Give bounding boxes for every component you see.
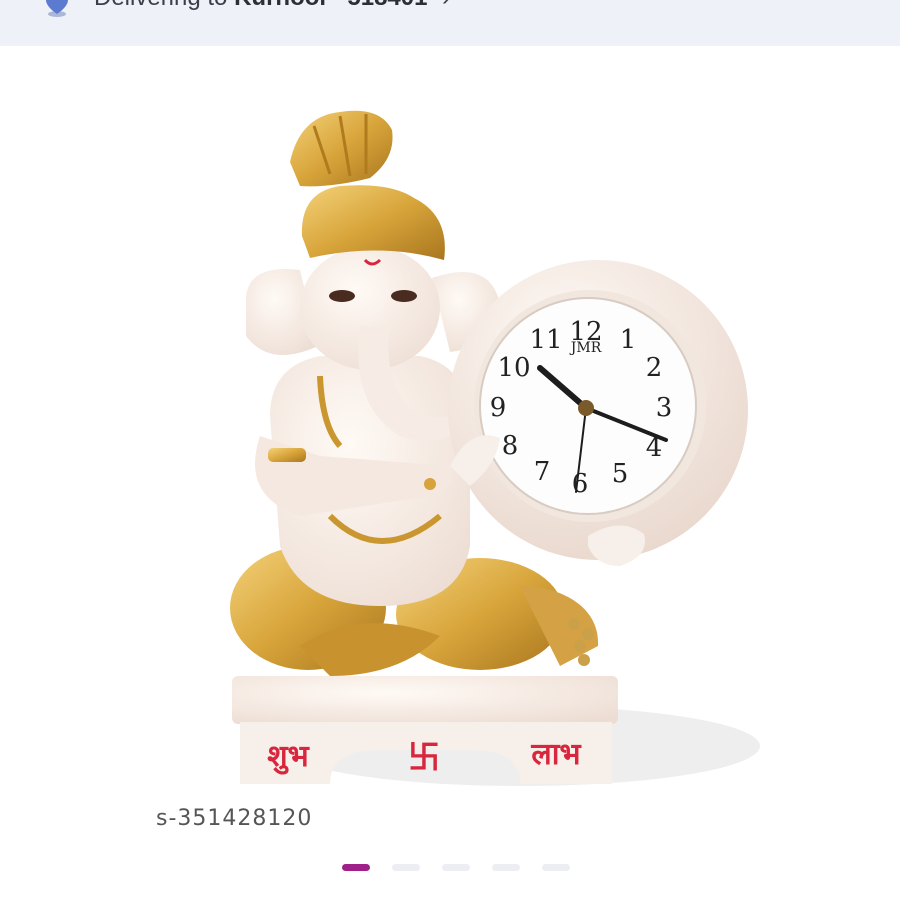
clock-number: 12: [569, 317, 602, 347]
chevron-right-icon: ›: [442, 0, 450, 12]
clock-number: 1: [620, 325, 637, 355]
delivery-bar[interactable]: Delivering to Kurnool - 518401 ›: [0, 0, 900, 46]
carousel-dot[interactable]: [442, 864, 470, 871]
swastika-symbol: 卐: [408, 738, 440, 776]
clock-number: 11: [529, 325, 562, 355]
clock-number: 9: [490, 393, 507, 423]
clock: JMR 12 1 2 3 4 5 6 7 8 9 10 11: [448, 260, 748, 566]
clock-number: 5: [612, 459, 629, 489]
product-image[interactable]: शुभ 卐 लाभ JMR 12 1 2 3 4 5 6 7 8 9 10 11: [0, 46, 900, 836]
carousel-dot[interactable]: [392, 864, 420, 871]
clock-number: 8: [502, 431, 519, 461]
carousel-indicator[interactable]: [342, 864, 570, 871]
delivery-location: Kurnool - 518401: [234, 0, 427, 11]
delivery-location-text[interactable]: Delivering to Kurnool - 518401 ›: [94, 0, 450, 12]
carousel-dot-active[interactable]: [342, 864, 370, 871]
sku-label: s-351428120: [156, 806, 313, 831]
carousel-dot[interactable]: [542, 864, 570, 871]
base-left-text: शुभ: [267, 739, 310, 775]
pedestal-base: शुभ 卐 लाभ: [232, 676, 618, 784]
base-right-text: लाभ: [530, 737, 582, 772]
clock-number: 7: [534, 457, 551, 487]
clock-number: 2: [646, 353, 663, 383]
clock-number: 6: [572, 469, 589, 499]
clock-number: 3: [656, 393, 673, 423]
location-pin-icon: [46, 0, 68, 17]
deliver-prefix: Delivering to: [94, 0, 227, 11]
clock-number: 10: [497, 353, 530, 383]
carousel-dot[interactable]: [492, 864, 520, 871]
